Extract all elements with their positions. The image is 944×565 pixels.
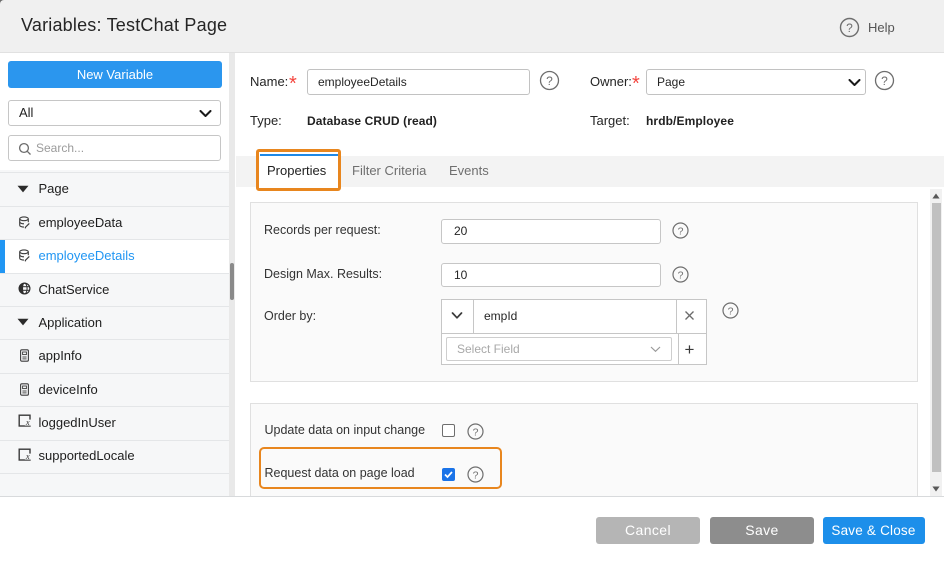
svg-text:x: x [25, 417, 30, 427]
svg-text:?: ? [728, 306, 734, 318]
svg-text:?: ? [678, 270, 684, 282]
svg-text:x: x [25, 451, 30, 461]
svg-text:?: ? [678, 226, 684, 238]
svg-text:?: ? [546, 74, 553, 88]
svg-text:?: ? [881, 74, 888, 88]
svg-text:?: ? [846, 21, 853, 35]
svg-text:?: ? [473, 426, 479, 438]
